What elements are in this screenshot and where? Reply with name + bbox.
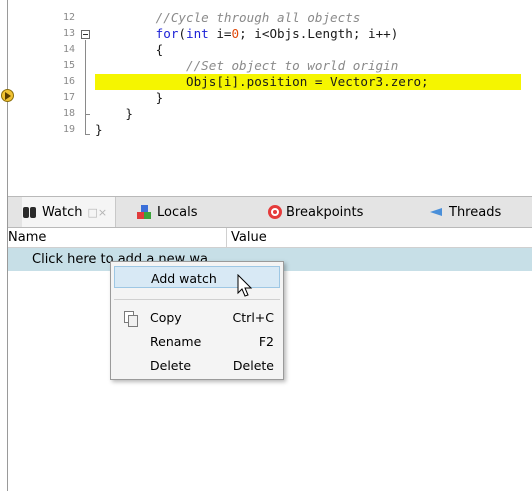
code-token: //Cycle through all objects — [95, 10, 361, 25]
menu-item-delete[interactable]: Delete Delete — [114, 354, 280, 376]
code-text: //Set object to world origin — [95, 58, 398, 74]
code-line-current[interactable]: 16 Objs[i].position = Vector3.zero; — [8, 74, 532, 90]
code-token: } — [95, 106, 133, 121]
watch-column-headers: Name Value — [8, 228, 532, 248]
tab-label: Locals — [157, 204, 198, 220]
code-editor[interactable]: 12 //Cycle through all objects 13 for(in… — [1, 0, 532, 196]
menu-item-label: Rename — [150, 334, 202, 349]
menu-item-shortcut: Delete — [232, 358, 274, 373]
fold-collapse-icon[interactable] — [81, 30, 90, 39]
menu-item-shortcut: F2 — [258, 334, 274, 349]
menu-item-rename[interactable]: Rename F2 — [114, 330, 280, 352]
code-token: Objs[i].position = Vector3.zero; — [95, 74, 429, 89]
tab-label: Breakpoints — [286, 204, 364, 220]
context-menu: Add watch Copy Ctrl+C Rename F2 Delete D… — [110, 261, 284, 380]
tab-threads[interactable]: Threads — [429, 197, 501, 227]
tab-watch[interactable]: Watch □× — [22, 197, 117, 227]
line-number: 12 — [62, 12, 75, 23]
code-token: //Set object to world origin — [95, 58, 399, 73]
binoculars-icon — [22, 204, 38, 220]
debug-tool-tabs: Watch □× Locals Breakpoints Threads — [8, 196, 532, 228]
tab-label: Watch — [42, 204, 83, 220]
menu-separator — [114, 299, 280, 300]
menu-item-label: Add watch — [151, 271, 217, 286]
line-number: 15 — [62, 60, 75, 71]
menu-item-add-watch[interactable]: Add watch — [114, 266, 280, 288]
code-line[interactable]: 14 { — [8, 42, 532, 58]
code-line[interactable]: 15 //Set object to world origin — [8, 58, 532, 74]
code-line[interactable]: 19 } — [8, 122, 532, 138]
breakpoint-target-icon — [268, 205, 282, 219]
line-number: 14 — [62, 44, 75, 55]
tab-locals[interactable]: Locals — [137, 197, 197, 227]
code-token: { — [95, 42, 164, 57]
code-line[interactable]: 18 } — [8, 106, 532, 122]
menu-item-label: Copy — [150, 310, 182, 325]
tab-close-icon[interactable]: □× — [87, 206, 107, 219]
code-text: Objs[i].position = Vector3.zero; — [95, 74, 429, 90]
code-text: } — [95, 90, 164, 106]
code-token: 0 — [231, 26, 240, 41]
tab-label: Threads — [449, 204, 502, 220]
line-number: 13 — [62, 28, 75, 39]
column-header-name[interactable]: Name — [8, 230, 46, 245]
code-token: ; i<Objs.Length; i++) — [239, 26, 399, 41]
copy-icon — [124, 311, 138, 327]
line-number: 16 — [62, 76, 75, 87]
menu-item-shortcut: Ctrl+C — [232, 310, 274, 325]
menu-item-label: Delete — [150, 358, 192, 373]
code-token: i= — [208, 26, 232, 41]
code-token: } — [95, 90, 164, 105]
code-token: } — [95, 122, 103, 137]
code-text: { — [95, 42, 164, 58]
code-token: int — [186, 26, 209, 41]
code-line[interactable]: 12 //Cycle through all objects — [8, 10, 532, 26]
line-number: 17 — [62, 92, 75, 103]
code-line[interactable]: 17 } — [8, 90, 532, 106]
menu-item-copy[interactable]: Copy Ctrl+C — [114, 306, 280, 328]
line-number: 19 — [62, 124, 75, 135]
threads-icon — [429, 204, 445, 220]
code-line[interactable]: 13 for(int i=0; i<Objs.Length; i++) — [8, 26, 532, 42]
code-text: } — [95, 122, 103, 138]
column-divider[interactable] — [226, 228, 227, 248]
code-token: ( — [178, 26, 187, 41]
line-number: 18 — [62, 108, 75, 119]
column-header-value[interactable]: Value — [231, 230, 267, 245]
code-token: for — [155, 26, 179, 41]
code-text: for(int i=0; i<Objs.Length; i++) — [95, 26, 399, 42]
tab-breakpoints[interactable]: Breakpoints — [268, 197, 363, 227]
debugger-window: 12 //Cycle through all objects 13 for(in… — [1, 0, 532, 491]
code-text: } — [95, 106, 133, 122]
code-text: //Cycle through all objects — [95, 10, 361, 26]
locals-icon — [137, 204, 153, 220]
mouse-pointer-icon — [237, 274, 253, 297]
